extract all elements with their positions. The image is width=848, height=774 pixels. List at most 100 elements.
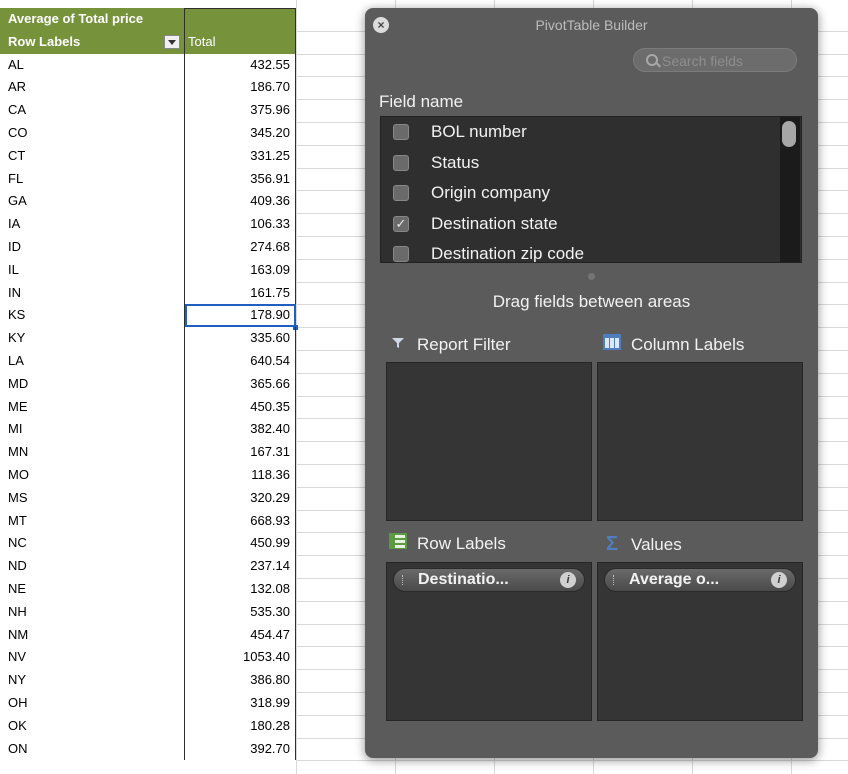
total-value-cell[interactable]: 274.68: [185, 235, 296, 259]
pivot-title-blank[interactable]: [185, 8, 296, 31]
total-value-cell[interactable]: 186.70: [185, 76, 296, 100]
row-label-cell[interactable]: AL: [0, 53, 185, 77]
scroll-thumb[interactable]: [782, 121, 796, 147]
row-label-cell[interactable]: NE: [0, 577, 185, 601]
field-item[interactable]: Destination zip code: [381, 239, 776, 262]
total-value-cell[interactable]: 320.29: [185, 486, 296, 510]
total-value-cell[interactable]: 535.30: [185, 600, 296, 624]
row-label-cell[interactable]: ND: [0, 555, 185, 578]
row-label-cell[interactable]: IL: [0, 258, 185, 282]
row-label-cell[interactable]: MS: [0, 486, 185, 510]
total-value-cell[interactable]: 1053.40: [185, 646, 296, 670]
total-value-cell[interactable]: 163.09: [185, 258, 296, 282]
checkbox[interactable]: [393, 246, 409, 262]
row-label-cell[interactable]: ID: [0, 235, 185, 259]
table-row: MI 382.40: [0, 418, 297, 442]
total-value-cell[interactable]: 118.36: [185, 463, 296, 487]
search-field[interactable]: [633, 48, 797, 72]
row-label-cell[interactable]: ON: [0, 737, 185, 761]
total-value-cell[interactable]: 454.47: [185, 623, 296, 647]
grip-icon[interactable]: [613, 575, 617, 585]
total-value-cell[interactable]: 106.33: [185, 213, 296, 236]
checkbox[interactable]: [393, 185, 409, 201]
field-item[interactable]: Status: [381, 148, 776, 178]
field-list-scrollbar[interactable]: [780, 117, 800, 262]
panel-title[interactable]: PivotTable Builder: [365, 8, 818, 42]
field-item[interactable]: BOL number: [381, 117, 776, 147]
report-filter-area[interactable]: [386, 362, 592, 521]
info-icon[interactable]: i: [560, 572, 576, 588]
total-value-cell[interactable]: 178.90: [185, 304, 298, 331]
table-row: NV 1053.40: [0, 646, 297, 670]
total-value-cell[interactable]: 161.75: [185, 281, 296, 305]
values-area[interactable]: Average o... i: [597, 562, 803, 721]
row-label-cell[interactable]: ME: [0, 395, 185, 419]
row-label-cell[interactable]: MO: [0, 463, 185, 487]
row-label-cell[interactable]: GA: [0, 190, 185, 214]
total-header[interactable]: Total: [185, 30, 296, 54]
row-label-cell[interactable]: CT: [0, 144, 185, 168]
row-label-cell[interactable]: NV: [0, 646, 185, 670]
total-value-cell[interactable]: 432.55: [185, 53, 296, 77]
checkbox[interactable]: [393, 154, 409, 171]
row-label-cell[interactable]: OH: [0, 691, 185, 715]
row-label-cell[interactable]: NH: [0, 600, 185, 624]
total-value-cell[interactable]: 450.99: [185, 532, 296, 556]
row-label-cell[interactable]: MN: [0, 441, 185, 464]
row-label-cell[interactable]: IN: [0, 281, 185, 305]
total-value-cell[interactable]: 132.08: [185, 577, 296, 601]
checkbox[interactable]: [393, 124, 409, 140]
search-input[interactable]: [660, 51, 794, 71]
total-value-cell[interactable]: 450.35: [185, 395, 296, 419]
column-labels-label: Column Labels: [631, 335, 745, 354]
splitter-handle[interactable]: [588, 273, 595, 280]
total-value-cell[interactable]: 356.91: [185, 167, 296, 191]
table-row: ON 392.70: [0, 737, 297, 761]
field-item[interactable]: ✓ Destination state: [381, 209, 776, 239]
total-value-cell[interactable]: 375.96: [185, 99, 296, 122]
total-value-cell[interactable]: 382.40: [185, 418, 296, 442]
total-value-cell[interactable]: 409.36: [185, 190, 296, 214]
total-value-cell[interactable]: 167.31: [185, 441, 296, 464]
row-labels-filter-button[interactable]: [164, 34, 180, 49]
row-label-cell[interactable]: NC: [0, 532, 185, 556]
row-labels-header[interactable]: Row Labels: [0, 30, 185, 54]
row-label-cell[interactable]: AR: [0, 76, 185, 100]
info-icon[interactable]: i: [771, 572, 787, 588]
field-list[interactable]: BOL number Status Origin company ✓ Destinati…: [380, 116, 802, 263]
row-label-cell[interactable]: IA: [0, 213, 185, 236]
row-label-cell[interactable]: LA: [0, 349, 185, 373]
total-value-cell[interactable]: 318.99: [185, 691, 296, 715]
row-label-cell[interactable]: MI: [0, 418, 185, 442]
total-value-cell[interactable]: 237.14: [185, 555, 296, 578]
row-label-cell[interactable]: FL: [0, 167, 185, 191]
row-label-cell[interactable]: NY: [0, 669, 185, 692]
total-value-cell[interactable]: 640.54: [185, 349, 296, 373]
pivot-title[interactable]: Average of Total price: [0, 8, 185, 31]
row-label-cell[interactable]: KS: [0, 304, 185, 328]
row-label-cell[interactable]: KY: [0, 327, 185, 350]
pivot-table[interactable]: Average of Total price Row Labels Total …: [0, 8, 298, 761]
close-icon[interactable]: ×: [373, 17, 389, 33]
row-label-cell[interactable]: MT: [0, 509, 185, 533]
column-labels-area[interactable]: [597, 362, 803, 521]
row-label-cell[interactable]: NM: [0, 623, 185, 647]
row-label-cell[interactable]: MD: [0, 372, 185, 396]
total-value-cell[interactable]: 331.25: [185, 144, 296, 168]
total-value-cell[interactable]: 180.28: [185, 714, 296, 738]
total-value-cell[interactable]: 392.70: [185, 737, 296, 761]
checkbox-checked[interactable]: ✓: [393, 215, 409, 232]
total-value-cell[interactable]: 345.20: [185, 121, 296, 145]
row-label-cell[interactable]: OK: [0, 714, 185, 738]
row-labels-area[interactable]: Destinatio... i: [386, 562, 592, 721]
total-value-cell[interactable]: 365.66: [185, 372, 296, 396]
row-label-cell[interactable]: CO: [0, 121, 185, 145]
total-value-cell[interactable]: 386.80: [185, 669, 296, 692]
field-item[interactable]: Origin company: [381, 178, 776, 208]
grip-icon[interactable]: [402, 575, 406, 585]
values-field-pill[interactable]: Average o... i: [604, 568, 796, 592]
row-label-cell[interactable]: CA: [0, 99, 185, 122]
row-labels-field-pill[interactable]: Destinatio... i: [393, 568, 585, 592]
total-value-cell[interactable]: 668.93: [185, 509, 296, 533]
total-value-cell[interactable]: 335.60: [185, 327, 296, 350]
